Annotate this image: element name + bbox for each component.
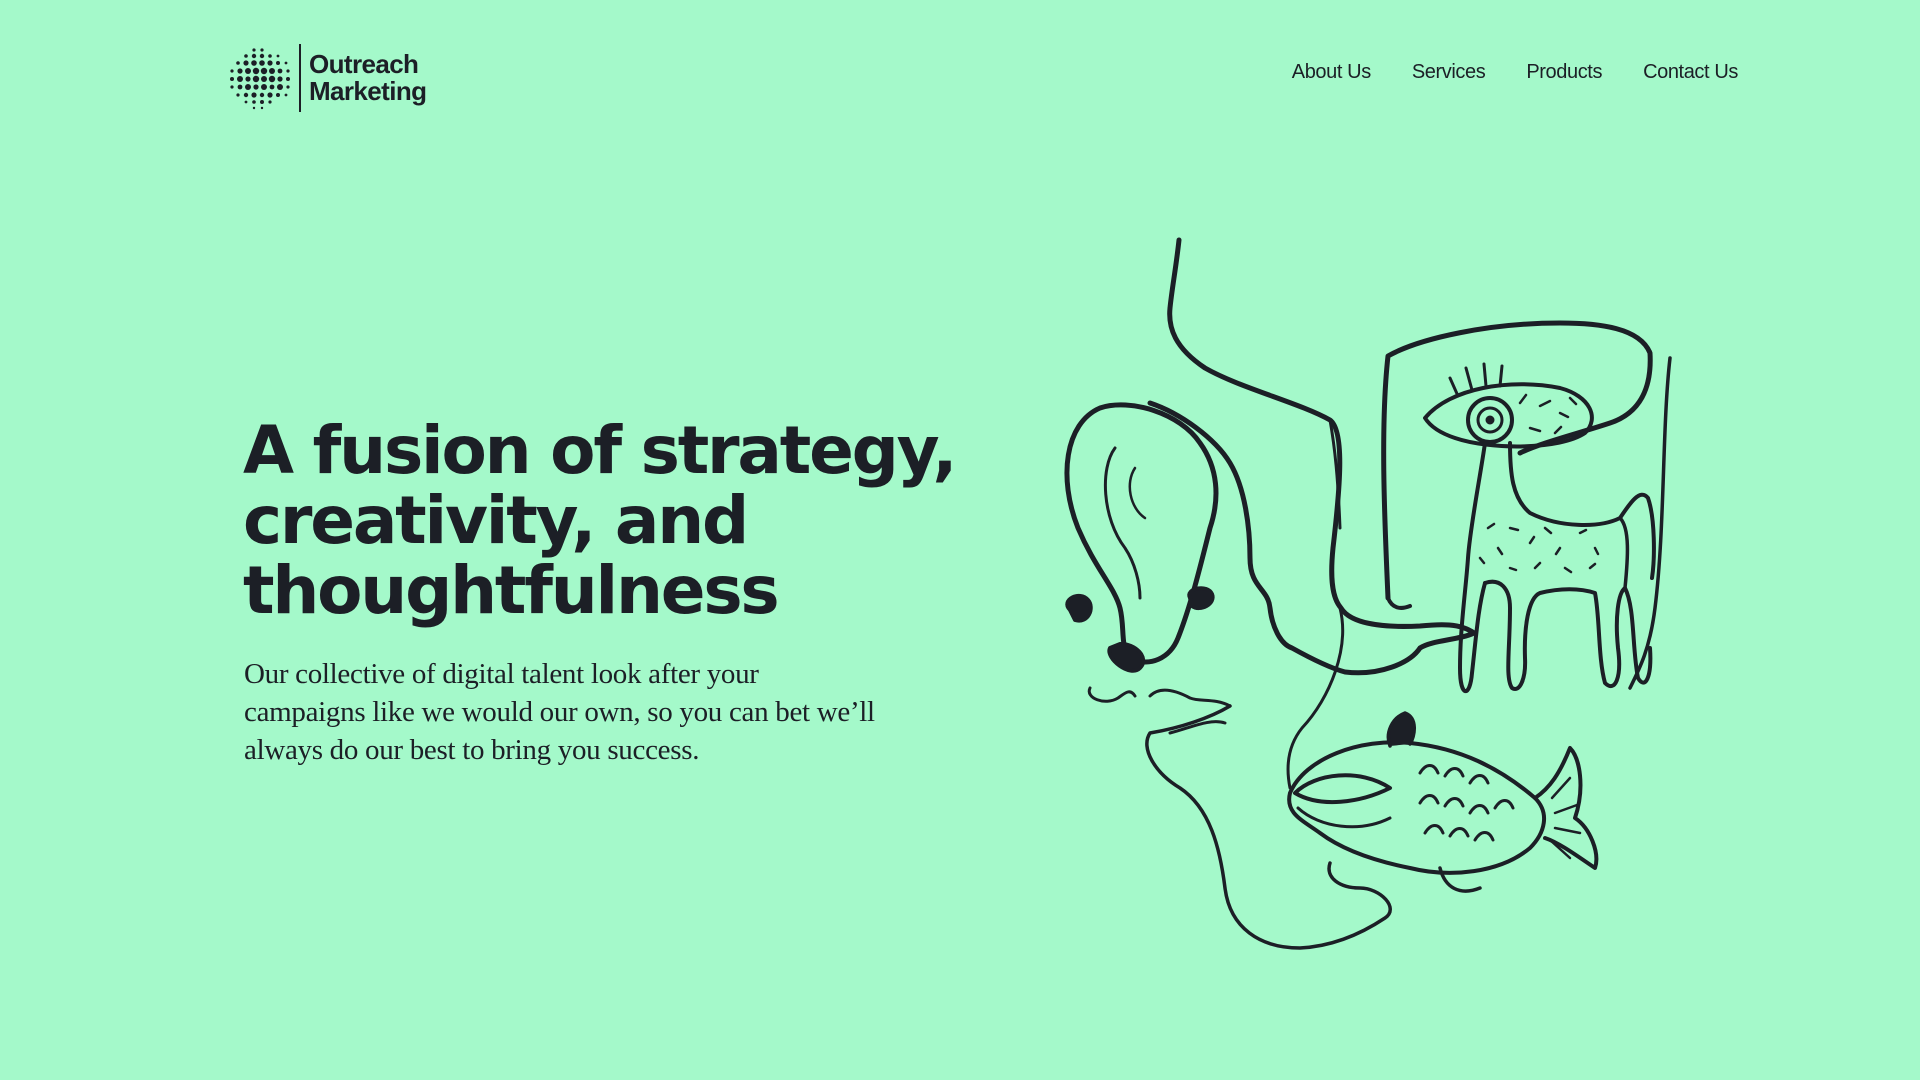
logo-divider xyxy=(299,44,301,112)
hero-title-line: creativity, and xyxy=(243,482,749,559)
nav-link-about-us[interactable]: About Us xyxy=(1292,58,1371,86)
nav-link-services[interactable]: Services xyxy=(1412,58,1486,86)
brand-wordmark: Outreach Marketing xyxy=(309,49,427,106)
brand-logo[interactable]: Outreach Marketing xyxy=(228,44,427,112)
hero-title-line: A fusion of strategy, xyxy=(243,412,957,489)
nav-link-contact-us[interactable]: Contact Us xyxy=(1643,58,1738,86)
line-drawing-face-illustration xyxy=(1064,237,1672,950)
hero-title: A fusion of strategy, creativity, and th… xyxy=(243,416,1003,626)
site-header: Outreach Marketing About Us Services Pro… xyxy=(0,0,1920,150)
nav-link-products[interactable]: Products xyxy=(1526,58,1602,86)
hero-title-line: thoughtfulness xyxy=(243,552,780,629)
main-nav: About Us Services Products Contact Us xyxy=(1292,58,1739,86)
hero-description: Our collective of digital talent look af… xyxy=(244,658,875,766)
brand-wordmark-line2: Marketing xyxy=(309,76,427,106)
brand-wordmark-line1: Outreach xyxy=(309,49,419,79)
dot-matrix-logo-icon xyxy=(230,48,290,110)
